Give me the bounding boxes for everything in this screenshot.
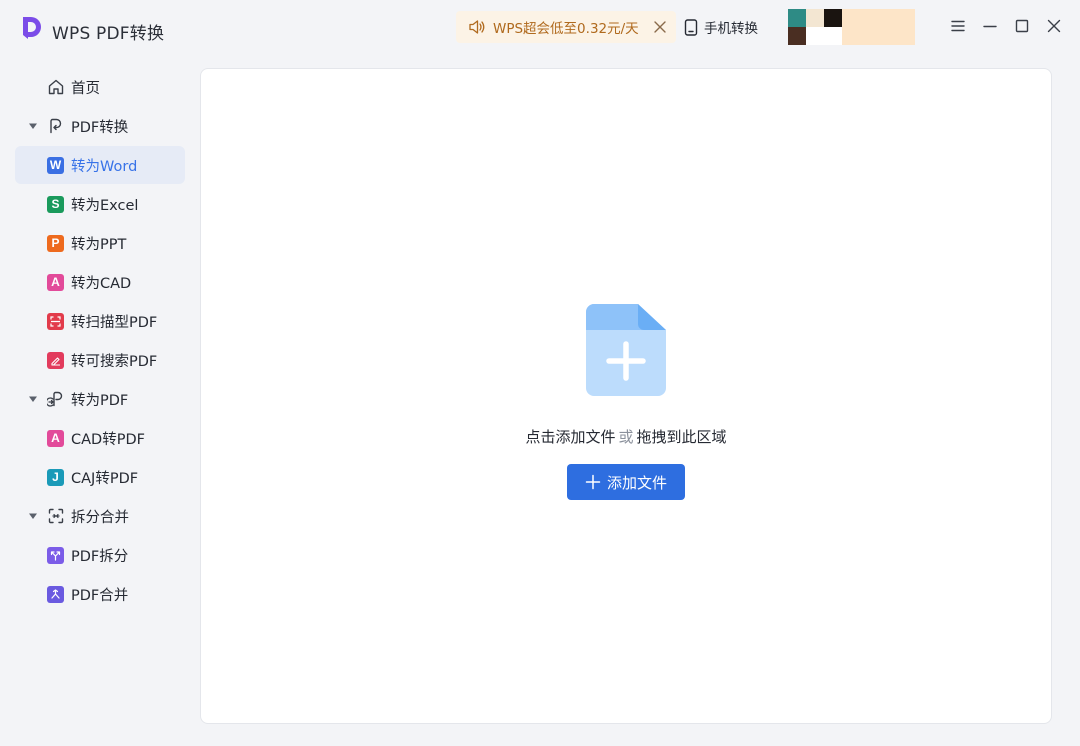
split-merge-icon — [48, 508, 64, 524]
drop-hint-click: 点击添加文件 — [525, 428, 616, 446]
sidebar-item-label: 首页 — [71, 80, 100, 97]
sidebar-item-label: 拆分合并 — [71, 509, 129, 526]
pdf-merge-icon — [47, 585, 64, 603]
sidebar-item-pdf-split[interactable]: PDF拆分 — [15, 536, 185, 574]
sidebar-item-to-excel[interactable]: S 转为Excel — [15, 185, 185, 223]
caret-down-icon[interactable] — [28, 121, 38, 131]
caret-down-icon[interactable] — [28, 394, 38, 404]
drop-zone-panel[interactable]: 点击添加文件或拖拽到此区域 添加文件 — [200, 68, 1052, 724]
mobile-convert-label: 手机转换 — [704, 21, 758, 37]
sidebar-item-cad-to-pdf[interactable]: A CAD转PDF — [15, 419, 185, 457]
sidebar-item-to-word[interactable]: W 转为Word — [15, 146, 185, 184]
cad-icon: A — [47, 273, 64, 291]
sidebar-item-label: 转扫描型PDF — [71, 314, 158, 331]
pdf-split-icon — [47, 546, 64, 564]
sidebar-item-caj-to-pdf[interactable]: J CAJ转PDF — [15, 458, 185, 496]
sidebar-item-to-cad[interactable]: A 转为CAD — [15, 263, 185, 301]
sidebar-item-home[interactable]: 首页 — [15, 68, 185, 106]
plus-icon — [585, 474, 601, 490]
promo-banner[interactable]: WPS超会低至0.32元/天 — [456, 11, 676, 43]
sidebar-group-to-pdf[interactable]: 转为PDF — [0, 380, 185, 418]
drop-hint-drag: 拖拽到此区域 — [636, 428, 727, 446]
drop-hint: 点击添加文件或拖拽到此区域 — [201, 426, 1051, 447]
sidebar-item-label: PDF转换 — [71, 119, 129, 136]
add-file-button-label: 添加文件 — [606, 473, 667, 492]
sidebar-item-label: 转为PPT — [71, 236, 127, 253]
speaker-icon — [469, 20, 485, 34]
sidebar-item-label: 转为Word — [71, 158, 138, 175]
sidebar-item-to-scan-pdf[interactable]: 转扫描型PDF — [15, 302, 185, 340]
drop-hint-or: 或 — [618, 428, 634, 446]
wps-pdf-logo-icon — [23, 17, 41, 39]
to-pdf-icon — [47, 391, 63, 407]
sidebar-item-to-ppt[interactable]: P 转为PPT — [15, 224, 185, 262]
avatar[interactable] — [788, 9, 915, 45]
maximize-icon[interactable] — [1013, 17, 1031, 35]
promo-close-icon[interactable] — [652, 19, 668, 35]
phone-icon — [684, 18, 698, 36]
scan-pdf-icon — [47, 312, 64, 330]
promo-text: WPS超会低至0.32元/天 — [493, 21, 639, 37]
add-file-button[interactable]: 添加文件 — [567, 464, 685, 500]
sidebar-item-label: CAJ转PDF — [71, 470, 139, 487]
searchable-pdf-icon — [47, 351, 64, 369]
sidebar-group-split-merge[interactable]: 拆分合并 — [0, 497, 185, 535]
title-bar: WPS PDF转换 WPS超会低至0.32元/天 手机转换 — [0, 0, 1080, 56]
caret-down-icon[interactable] — [28, 511, 38, 521]
sidebar-item-label: PDF合并 — [71, 587, 129, 604]
sidebar-item-to-searchable-pdf[interactable]: 转可搜索PDF — [15, 341, 185, 379]
excel-icon: S — [47, 195, 64, 213]
word-icon: W — [47, 156, 64, 174]
home-icon — [48, 79, 64, 95]
caj-icon: J — [47, 468, 64, 486]
pdf-convert-icon — [50, 118, 62, 134]
mobile-convert-button[interactable]: 手机转换 — [684, 16, 758, 38]
app-title: WPS PDF转换 — [52, 24, 165, 44]
sidebar-item-label: CAD转PDF — [71, 431, 145, 448]
sidebar-item-pdf-merge[interactable]: PDF合并 — [15, 575, 185, 613]
menu-icon[interactable] — [949, 17, 967, 35]
sidebar-item-label: 转为CAD — [71, 275, 132, 292]
minimize-icon[interactable] — [981, 17, 999, 35]
sidebar-item-label: 转可搜索PDF — [71, 353, 158, 370]
ppt-icon: P — [47, 234, 64, 252]
add-file-icon[interactable] — [586, 304, 666, 396]
close-icon[interactable] — [1045, 17, 1063, 35]
sidebar-group-pdf-convert[interactable]: PDF转换 — [0, 107, 185, 145]
sidebar-item-label: 转为PDF — [71, 392, 129, 409]
cad-icon: A — [47, 429, 64, 447]
sidebar-item-label: PDF拆分 — [71, 548, 129, 565]
sidebar-item-label: 转为Excel — [71, 197, 139, 214]
